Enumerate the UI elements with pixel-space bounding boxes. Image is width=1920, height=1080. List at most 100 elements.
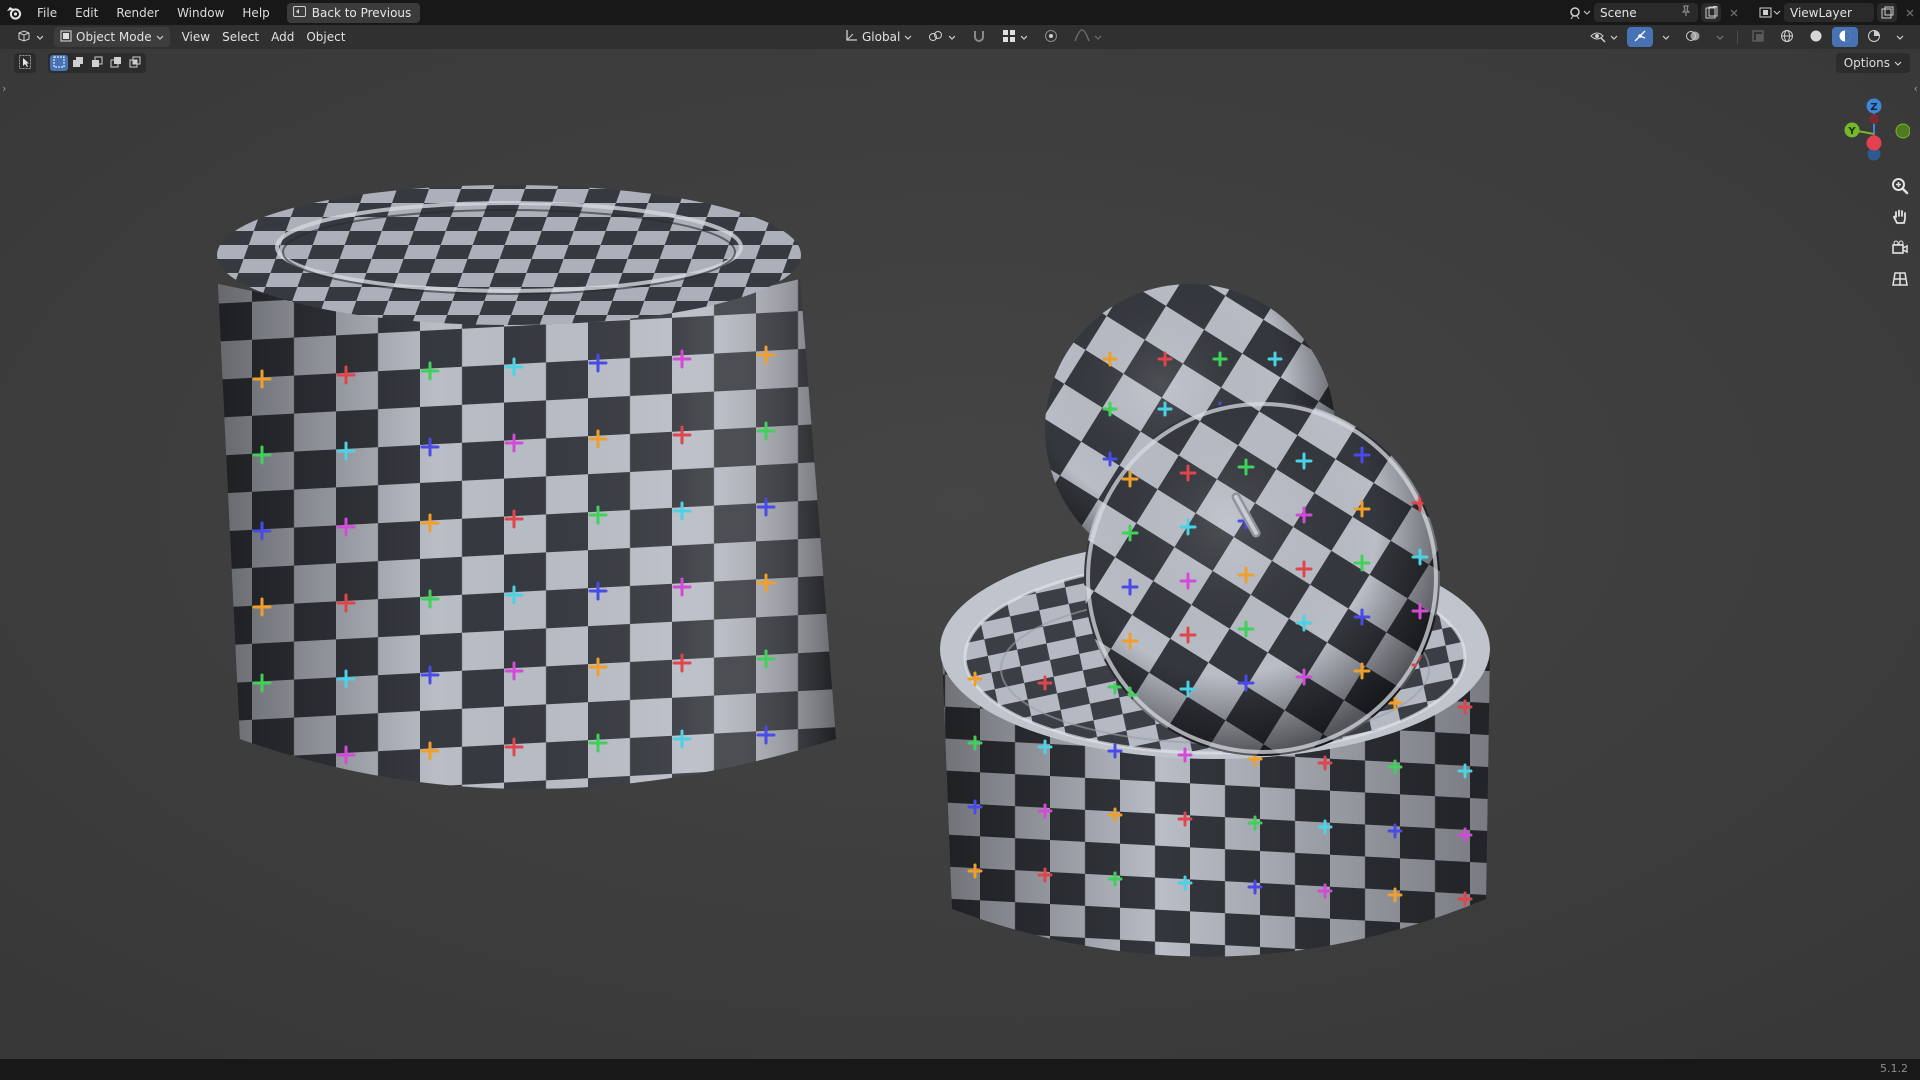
menu-window[interactable]: Window xyxy=(168,3,233,23)
options-dropdown[interactable]: Options xyxy=(1835,53,1910,73)
solid-sphere-icon xyxy=(1809,29,1823,46)
show-overlays-toggle[interactable] xyxy=(1679,27,1707,47)
blender-logo-icon[interactable] xyxy=(0,0,28,25)
menu-select[interactable]: Select xyxy=(216,27,265,47)
version-label: 5.1.2 xyxy=(1880,1062,1908,1075)
new-view-layer-icon[interactable] xyxy=(1877,3,1897,22)
overlays-options-dropdown[interactable] xyxy=(1710,27,1730,47)
menu-render[interactable]: Render xyxy=(107,3,168,23)
select-mode-intersect-button[interactable] xyxy=(126,55,144,71)
back-to-previous-label: Back to Previous xyxy=(311,5,412,20)
visibility-selectability-dropdown[interactable] xyxy=(1584,27,1624,47)
object-mode-dropdown[interactable]: Object Mode xyxy=(54,27,170,47)
proportional-falloff-dropdown[interactable] xyxy=(1068,27,1108,47)
viewport-header: Object Mode View Select Add Object Globa… xyxy=(0,25,1920,49)
scene-name-field[interactable]: Scene xyxy=(1594,3,1698,22)
shading-wireframe-button[interactable] xyxy=(1774,27,1800,47)
chevron-down-icon xyxy=(1610,30,1618,44)
checker-sphere-front[interactable] xyxy=(1084,400,1440,756)
status-bar: 5.1.2 xyxy=(0,1059,1920,1080)
selection-mode-group xyxy=(48,53,146,73)
view-layer-name: ViewLayer xyxy=(1790,5,1852,20)
chevron-down-icon xyxy=(1662,30,1670,44)
sidebar-expand-chevron-icon[interactable]: ‹ xyxy=(1914,82,1918,95)
chevron-down-icon xyxy=(1094,30,1102,44)
eye-pointer-icon xyxy=(1590,29,1606,46)
select-subtract-icon xyxy=(91,56,103,71)
options-label: Options xyxy=(1843,56,1890,70)
menu-object[interactable]: Object xyxy=(300,27,351,47)
cursor-arrow-icon xyxy=(19,54,31,72)
select-mode-invert-button[interactable] xyxy=(107,55,125,71)
shading-material-preview-button[interactable] xyxy=(1832,27,1858,47)
chevron-down-icon xyxy=(948,30,956,44)
delete-scene-icon[interactable] xyxy=(1724,3,1744,22)
zoom-icon[interactable] xyxy=(1887,173,1913,199)
object-mode-label: Object Mode xyxy=(76,30,152,44)
back-to-previous-button[interactable]: Back to Previous xyxy=(286,2,421,23)
chevron-down-icon xyxy=(36,30,44,44)
select-mode-extend-button[interactable] xyxy=(69,55,87,71)
shading-options-dropdown[interactable] xyxy=(1890,27,1910,47)
select-mode-subtract-button[interactable] xyxy=(88,55,106,71)
gizmo-neg-x[interactable] xyxy=(1869,114,1879,124)
pivot-point-dropdown[interactable] xyxy=(922,27,962,47)
proportional-editing-toggle[interactable] xyxy=(1038,27,1064,47)
shading-solid-button[interactable] xyxy=(1803,27,1829,47)
proportional-editing-icon xyxy=(1044,29,1058,46)
menu-view[interactable]: View xyxy=(176,27,216,47)
transform-orientation-dropdown[interactable]: Global xyxy=(838,27,918,47)
menu-edit[interactable]: Edit xyxy=(66,3,107,23)
xray-icon xyxy=(1751,29,1765,46)
view-layer-selector-icon[interactable] xyxy=(1759,3,1781,22)
new-scene-icon[interactable] xyxy=(1701,3,1721,22)
snap-grid-icon xyxy=(1002,29,1016,46)
pin-icon[interactable] xyxy=(1680,5,1692,20)
delete-view-layer-icon[interactable] xyxy=(1900,3,1920,22)
chevron-down-icon xyxy=(904,30,912,44)
screen-back-icon xyxy=(292,5,306,20)
navigation-buttons xyxy=(1887,173,1913,292)
3d-viewport-icon xyxy=(16,29,32,46)
view-layer-name-field[interactable]: ViewLayer xyxy=(1784,3,1874,22)
transform-orientation-label: Global xyxy=(862,30,901,44)
rendered-sphere-icon xyxy=(1867,29,1881,46)
chevron-down-icon xyxy=(156,30,164,44)
toolbar-expand-chevron-icon[interactable]: › xyxy=(2,82,6,95)
orientation-axes-icon xyxy=(844,29,858,46)
scene-render xyxy=(0,49,1920,1059)
chevron-down-icon xyxy=(1894,56,1902,70)
menu-add[interactable]: Add xyxy=(265,27,300,47)
scene-selector-icon[interactable] xyxy=(1569,3,1591,22)
gizmo-x-axis[interactable] xyxy=(1866,135,1882,151)
separator xyxy=(1737,30,1738,44)
camera-icon[interactable] xyxy=(1887,235,1913,261)
snap-target-dropdown[interactable] xyxy=(996,27,1034,47)
snap-toggle[interactable] xyxy=(966,27,992,47)
editor-type-selector[interactable] xyxy=(10,27,50,47)
menu-help[interactable]: Help xyxy=(233,3,278,23)
chevron-down-icon xyxy=(1896,30,1904,44)
navigation-gizmo[interactable]: Z Y xyxy=(1840,84,1911,164)
top-bar: File Edit Render Window Help Back to Pre… xyxy=(0,0,1920,25)
shading-rendered-button[interactable] xyxy=(1861,27,1887,47)
gizmo-y-label: Y xyxy=(1847,126,1856,137)
pivot-point-icon xyxy=(928,29,944,46)
falloff-curve-icon xyxy=(1074,28,1090,46)
wireframe-sphere-icon xyxy=(1780,29,1794,46)
menu-file[interactable]: File xyxy=(28,3,66,23)
3d-viewport[interactable]: Options › ‹ Z Y xyxy=(0,49,1920,1059)
pan-hand-icon[interactable] xyxy=(1887,204,1913,230)
xray-toggle[interactable] xyxy=(1745,27,1771,47)
show-gizmo-toggle[interactable] xyxy=(1627,27,1653,47)
select-extend-icon xyxy=(72,56,84,71)
select-mode-new-button[interactable] xyxy=(50,55,68,71)
select-new-icon xyxy=(53,56,65,71)
scene-name: Scene xyxy=(1600,5,1637,20)
perspective-grid-icon[interactable] xyxy=(1887,266,1913,292)
gizmo-neg-y[interactable] xyxy=(1895,123,1911,139)
select-invert-icon xyxy=(110,56,122,71)
gizmo-options-dropdown[interactable] xyxy=(1656,27,1676,47)
object-mode-icon xyxy=(60,30,72,45)
select-tool-button[interactable] xyxy=(14,53,36,73)
